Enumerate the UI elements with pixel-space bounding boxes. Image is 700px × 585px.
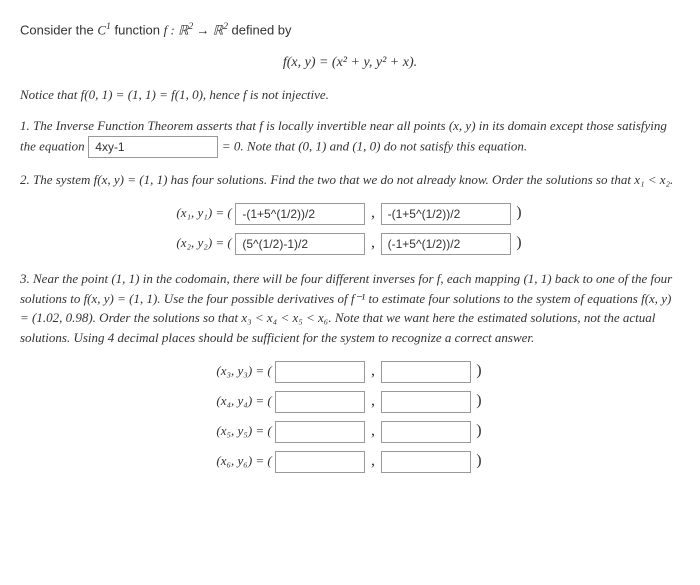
question-3: 3. Near the point (1, 1) in the codomain…: [20, 269, 680, 347]
text: C: [97, 22, 106, 37]
text: → ℝ: [193, 22, 223, 37]
intro-line: Consider the C1 function f : ℝ2 → ℝ2 def…: [20, 20, 680, 40]
q2-label-1: (x₁, y₁) = (: [176, 203, 231, 223]
q1-text-post: = 0. Note that (0, 1) and (1, 0) do not …: [222, 138, 527, 153]
q3-label-1: (x₃, y₃) = (: [216, 361, 271, 381]
close-paren: ): [474, 452, 483, 469]
q3-text: 3. Near the point (1, 1) in the codomain…: [20, 271, 672, 345]
q3-x6-input[interactable]: [275, 451, 365, 473]
q2-row-1: (x₁, y₁) = ( , ): [20, 201, 680, 225]
text: Consider the: [20, 22, 97, 37]
equation-definition: f(x, y) = (x² + y, y² + x).: [20, 52, 680, 73]
q3-row-2: (x₄, y₄) = ( , ): [20, 389, 680, 413]
close-paren: ): [514, 204, 523, 221]
problem-container: Consider the C1 function f : ℝ2 → ℝ2 def…: [20, 20, 680, 473]
close-paren: ): [474, 362, 483, 379]
notice-text: Notice that f(0, 1) = (1, 1) = f(1, 0), …: [20, 85, 680, 105]
text: Notice that f(0, 1) = (1, 1) = f(1, 0), …: [20, 87, 329, 102]
q3-label-4: (x₆, y₆) = (: [216, 451, 271, 471]
comma: ,: [369, 204, 377, 221]
q3-x4-input[interactable]: [275, 391, 365, 413]
q3-x5-input[interactable]: [275, 421, 365, 443]
q3-row-1: (x₃, y₃) = ( , ): [20, 359, 680, 383]
close-paren: ): [514, 234, 523, 251]
q3-x3-input[interactable]: [275, 361, 365, 383]
q2-y1-input[interactable]: [381, 203, 511, 225]
q2-row-2: (x₂, y₂) = ( , ): [20, 231, 680, 255]
q3-y4-input[interactable]: [381, 391, 471, 413]
close-paren: ): [474, 422, 483, 439]
q3-row-3: (x₅, y₅) = ( , ): [20, 419, 680, 443]
comma: ,: [369, 392, 377, 409]
question-2: 2. The system f(x, y) = (1, 1) has four …: [20, 170, 680, 190]
q3-y5-input[interactable]: [381, 421, 471, 443]
comma: ,: [369, 452, 377, 469]
q2-text: 2. The system f(x, y) = (1, 1) has four …: [20, 172, 673, 187]
q3-y6-input[interactable]: [381, 451, 471, 473]
text: f : ℝ: [164, 22, 189, 37]
q1-equation-input[interactable]: [88, 136, 218, 158]
close-paren: ): [474, 392, 483, 409]
q3-row-4: (x₆, y₆) = ( , ): [20, 449, 680, 473]
q3-label-2: (x₄, y₄) = (: [216, 391, 271, 411]
comma: ,: [369, 234, 377, 251]
comma: ,: [369, 362, 377, 379]
q2-x2-input[interactable]: [235, 233, 365, 255]
text: function: [111, 22, 164, 37]
question-1: 1. The Inverse Function Theorem asserts …: [20, 116, 680, 158]
text: defined by: [228, 22, 292, 37]
q3-label-3: (x₅, y₅) = (: [216, 421, 271, 441]
q3-y3-input[interactable]: [381, 361, 471, 383]
q2-label-2: (x₂, y₂) = (: [176, 233, 231, 253]
q2-x1-input[interactable]: [235, 203, 365, 225]
q2-y2-input[interactable]: [381, 233, 511, 255]
comma: ,: [369, 422, 377, 439]
